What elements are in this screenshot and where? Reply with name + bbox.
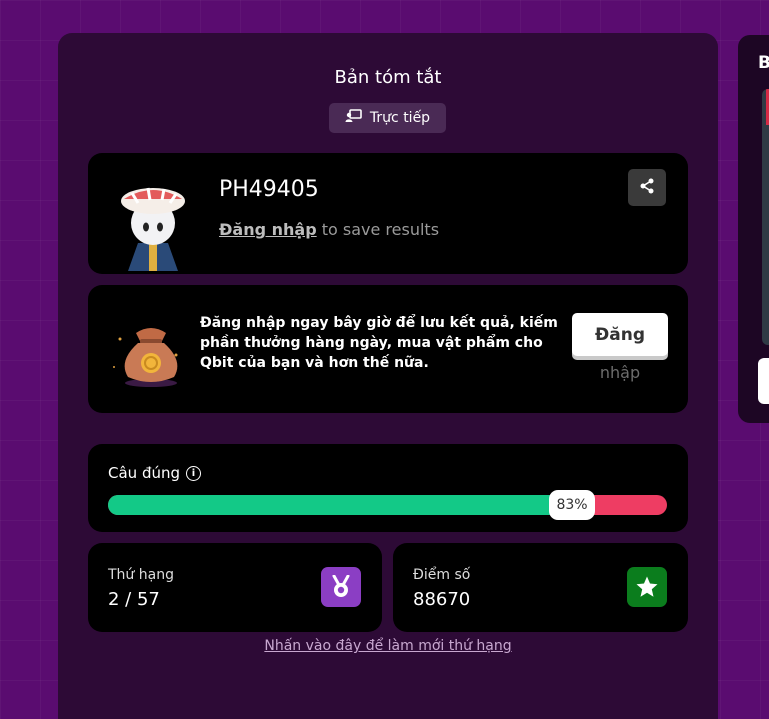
live-mode-label: Trực tiếp — [369, 110, 431, 126]
share-button[interactable] — [628, 169, 666, 206]
summary-title: Bản tóm tắt — [334, 67, 442, 88]
avatar — [118, 181, 188, 271]
login-link[interactable]: Đăng nhập — [219, 220, 317, 239]
presentation-icon — [345, 109, 362, 127]
accuracy-bar: 83% — [108, 490, 667, 520]
score-label: Điểm số — [413, 567, 471, 583]
side-panel-title: B — [758, 53, 769, 73]
login-button-label-overflow[interactable]: nhập — [572, 363, 668, 382]
promo-text: Đăng nhập ngay bây giờ để lưu kết quả, k… — [200, 315, 558, 371]
info-icon[interactable]: i — [186, 465, 201, 481]
save-results-hint: Đăng nhập to save results — [219, 220, 439, 239]
username: PH49405 — [219, 177, 319, 202]
share-icon — [639, 178, 655, 198]
score-value: 88670 — [413, 589, 471, 610]
accuracy-bar-correct — [108, 495, 572, 515]
live-mode-chip[interactable]: Trực tiếp — [329, 103, 446, 133]
accuracy-percent: 83% — [549, 490, 595, 520]
score-card: Điểm số 88670 — [393, 543, 688, 632]
accuracy-heading: Câu đúng i — [108, 464, 201, 482]
login-promo-card: Đăng nhập ngay bây giờ để lưu kết quả, k… — [88, 285, 688, 413]
accuracy-label: Câu đúng — [108, 464, 180, 482]
rank-card: Thứ hạng 2 / 57 — [88, 543, 382, 632]
side-panel-image[interactable] — [762, 89, 769, 345]
summary-panel: Bản tóm tắt Trực tiếp PH49405 Đăng nhập … — [58, 33, 718, 719]
side-panel: B — [738, 35, 769, 423]
rank-value: 2 / 57 — [108, 589, 160, 610]
star-icon — [627, 567, 667, 607]
rank-label: Thứ hạng — [108, 567, 174, 583]
login-button[interactable]: Đăng — [572, 313, 668, 356]
save-results-text: to save results — [316, 220, 440, 239]
user-card: PH49405 Đăng nhập to save results — [88, 153, 688, 274]
side-panel-button[interactable] — [758, 358, 769, 404]
refresh-rank-link[interactable]: Nhấn vào đây để làm mới thứ hạng — [58, 638, 718, 654]
medal-icon — [321, 567, 361, 607]
money-bag-icon — [106, 311, 186, 391]
accuracy-card: Câu đúng i 83% — [88, 444, 688, 532]
